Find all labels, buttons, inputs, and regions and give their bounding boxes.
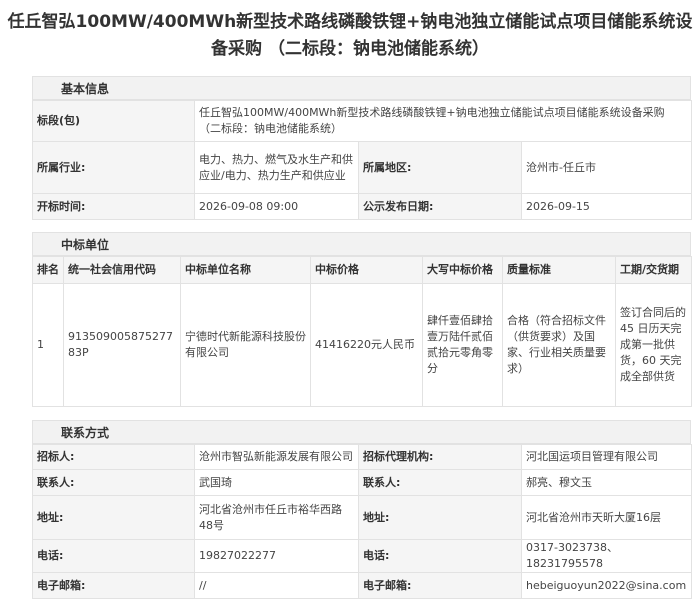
basic-info-table: 标段(包) 任丘智弘100MW/400MWh新型技术路线磷酸铁锂+钠电池独立储能… (32, 100, 693, 220)
agency-contact-label: 联系人: (358, 469, 522, 496)
company-cell: 宁德时代新能源科技股份有限公司 (180, 283, 311, 407)
tenderer-label: 招标人: (32, 444, 195, 470)
col-quality: 质量标准 (502, 256, 616, 284)
table-row: 1 91350900587527783P 宁德时代新能源科技股份有限公司 414… (32, 283, 692, 407)
basic-info-heading: 基本信息 (32, 76, 691, 100)
agency-email-label: 电子邮箱: (358, 572, 522, 599)
phone-value: 19827022277 (194, 539, 359, 573)
contact-person-value: 武国琦 (194, 469, 359, 496)
period-cell: 签订合同后的 45 日历天完成第一批供货，60 天完成全部供货 (615, 283, 692, 407)
agency-label: 招标代理机构: (358, 444, 522, 470)
col-company: 中标单位名称 (180, 256, 311, 284)
contact-heading: 联系方式 (32, 420, 691, 444)
page-title: 任丘智弘100MW/400MWh新型技术路线磷酸铁锂+钠电池独立储能试点项目储能… (0, 0, 700, 63)
open-time-label: 开标时间: (32, 193, 195, 220)
agency-address-value: 河北省沧州市天昕大厦16层 (521, 495, 692, 540)
col-price-upper: 大写中标价格 (422, 256, 503, 284)
title-line-1: 任丘智弘100MW/400MWh新型技术路线磷酸铁锂+钠电池独立储能试点项目储能… (7, 12, 693, 32)
region-label: 所属地区: (358, 141, 522, 194)
col-period: 工期/交货期 (615, 256, 692, 284)
region-value: 沧州市-任丘市 (520, 141, 693, 194)
agency-phone-value: 0317-3023738、18231795578 (521, 539, 692, 573)
tenderer-value: 沧州市智弘新能源发展有限公司 (194, 444, 359, 470)
rank-cell: 1 (32, 283, 64, 407)
agency-contact-value: 郝亮、穆文玉 (521, 469, 692, 496)
bid-section-label: 标段(包) (32, 100, 195, 142)
col-credit-code: 统一社会信用代码 (63, 256, 181, 284)
phone-label: 电话: (32, 539, 195, 573)
col-rank: 排名 (32, 256, 64, 284)
email-value: // (194, 572, 359, 599)
publish-date-label: 公示发布日期: (358, 193, 522, 220)
contact-table: 招标人: 沧州市智弘新能源发展有限公司 招标代理机构: 河北国运项目管理有限公司… (32, 444, 692, 599)
contact-person-label: 联系人: (32, 469, 195, 496)
credit-code-cell: 91350900587527783P (63, 283, 181, 407)
price-cell: 41416220元人民币 (310, 283, 423, 407)
winner-section: 中标单位 排名 统一社会信用代码 中标单位名称 中标价格 大写中标价格 质量标准… (32, 232, 692, 407)
contact-section: 联系方式 招标人: 沧州市智弘新能源发展有限公司 招标代理机构: 河北国运项目管… (32, 420, 692, 599)
basic-info-section: 基本信息 标段(包) 任丘智弘100MW/400MWh新型技术路线磷酸铁锂+钠电… (32, 76, 693, 220)
price-upper-cell: 肆仟壹佰肆拾壹万陆仟贰佰贰拾元零角零分 (422, 283, 503, 407)
open-time-value: 2026-09-08 09:00 (194, 193, 359, 220)
bid-section-value: 任丘智弘100MW/400MWh新型技术路线磷酸铁锂+钠电池独立储能试点项目储能… (193, 100, 693, 142)
address-label: 地址: (32, 495, 195, 540)
industry-value: 电力、热力、燃气及水生产和供应业/电力、热力生产和供应业 (194, 141, 359, 194)
publish-date-value: 2026-09-15 (520, 193, 693, 220)
agency-email-value[interactable]: hebeiguoyun2022@sina.com (521, 572, 692, 599)
winner-table: 排名 统一社会信用代码 中标单位名称 中标价格 大写中标价格 质量标准 工期/交… (32, 256, 692, 407)
winner-heading: 中标单位 (32, 232, 691, 256)
agency-phone-label: 电话: (358, 539, 522, 573)
quality-cell: 合格（符合招标文件（供货要求）及国家、行业相关质量要求） (502, 283, 616, 407)
agency-value: 河北国运项目管理有限公司 (521, 444, 692, 470)
title-line-2: 备采购 （二标段：钠电池储能系统） (211, 39, 489, 59)
address-value: 河北省沧州市任丘市裕华西路48号 (194, 495, 359, 540)
col-price: 中标价格 (310, 256, 423, 284)
agency-address-label: 地址: (358, 495, 522, 540)
industry-label: 所属行业: (32, 141, 195, 194)
email-label: 电子邮箱: (32, 572, 195, 599)
